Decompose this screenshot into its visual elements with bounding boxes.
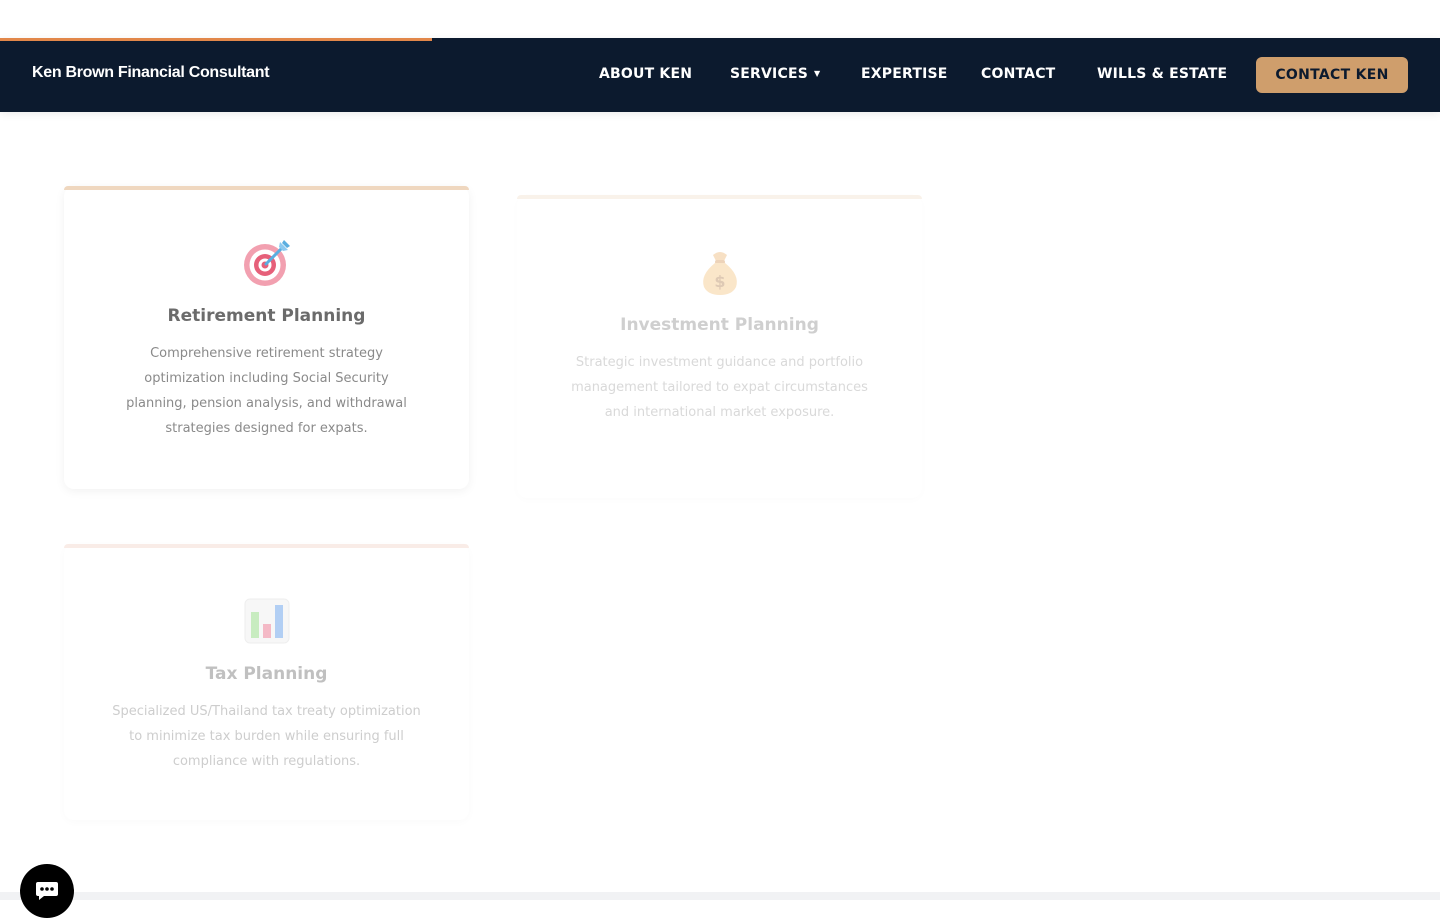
target-icon (242, 238, 292, 288)
site-header: Ken Brown Financial Consultant ABOUT KEN… (0, 38, 1440, 112)
contact-ken-button[interactable]: CONTACT KEN (1256, 57, 1408, 93)
service-card-retirement[interactable]: Retirement Planning Comprehensive retire… (64, 186, 469, 489)
nav-services-label: SERVICES (730, 66, 808, 82)
nav-services[interactable]: SERVICES ▼ (730, 66, 820, 82)
service-card-investment[interactable]: $ Investment Planning Strategic investme… (517, 195, 922, 498)
chat-icon (36, 882, 58, 900)
main-nav: ABOUT KEN SERVICES ▼ EXPERTISE CONTACT WI… (0, 66, 1440, 86)
card-title: Investment Planning (620, 315, 819, 335)
card-accent-line (517, 195, 922, 199)
nav-expertise[interactable]: EXPERTISE (861, 66, 948, 82)
nav-wills-estate[interactable]: WILLS & ESTATE (1097, 66, 1227, 82)
card-accent-line (64, 544, 469, 548)
nav-about-ken[interactable]: ABOUT KEN (599, 66, 692, 82)
money-bag-icon: $ (695, 247, 745, 297)
card-accent-line (64, 186, 469, 190)
card-title: Retirement Planning (167, 306, 366, 326)
footer-edge (0, 892, 1440, 900)
bar-chart-icon (242, 596, 292, 646)
service-card-tax[interactable]: Tax Planning Specialized US/Thailand tax… (64, 544, 469, 820)
card-description: Comprehensive retirement strategy optimi… (126, 346, 407, 436)
card-description: Specialized US/Thailand tax treaty optim… (112, 704, 421, 769)
chat-button[interactable] (20, 864, 74, 918)
top-strip (0, 0, 1440, 38)
card-description: Strategic investment guidance and portfo… (571, 355, 868, 420)
caret-down-icon: ▼ (814, 69, 821, 78)
reading-progress-bar (0, 38, 432, 41)
svg-text:$: $ (714, 272, 725, 291)
card-title: Tax Planning (205, 664, 328, 684)
nav-contact[interactable]: CONTACT (981, 66, 1055, 82)
